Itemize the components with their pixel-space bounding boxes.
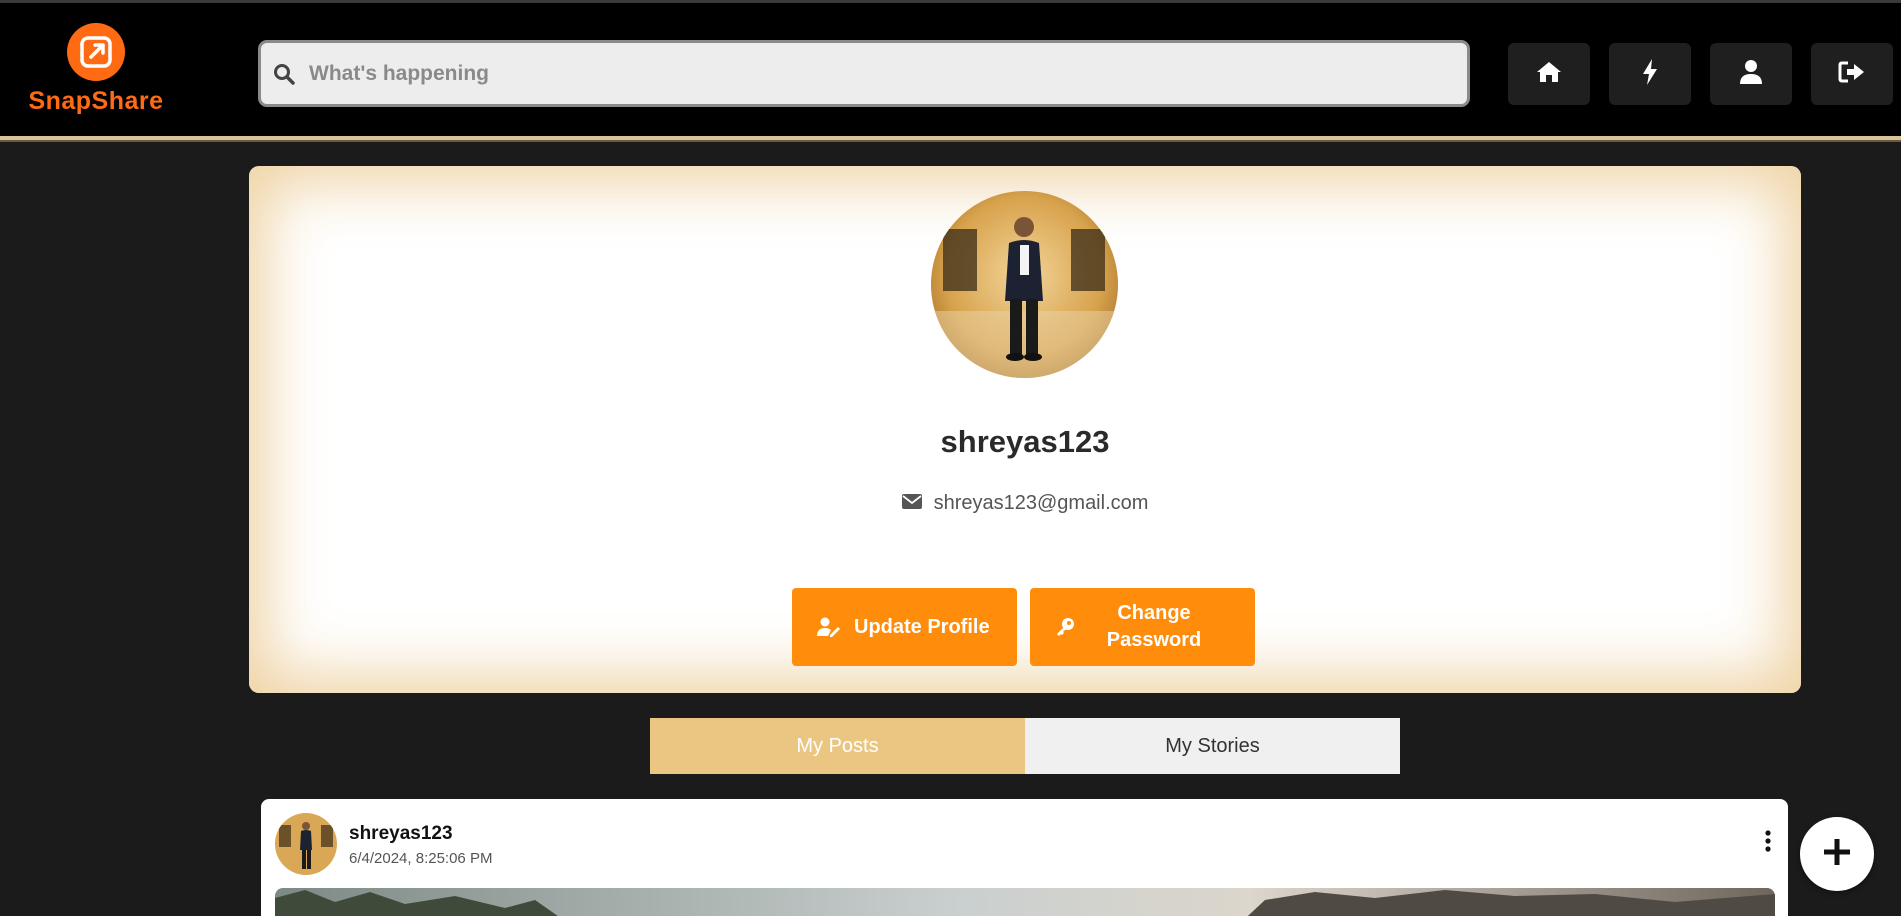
plus-icon bbox=[1822, 837, 1852, 872]
tab-my-posts[interactable]: My Posts bbox=[650, 718, 1025, 774]
nav-activity-button[interactable] bbox=[1609, 43, 1691, 105]
create-post-button[interactable] bbox=[1800, 817, 1874, 891]
change-password-button[interactable]: Change Password bbox=[1030, 588, 1255, 666]
logo-text: SnapShare bbox=[28, 87, 164, 115]
user-icon bbox=[1739, 59, 1763, 90]
share-icon bbox=[67, 23, 125, 81]
top-navbar: SnapShare bbox=[0, 0, 1901, 140]
home-icon bbox=[1536, 60, 1562, 89]
nav-logout-button[interactable] bbox=[1811, 43, 1893, 105]
more-options-icon[interactable] bbox=[1762, 829, 1774, 853]
envelope-icon bbox=[901, 492, 922, 515]
post-timestamp: 6/4/2024, 8:25:06 PM bbox=[349, 850, 493, 867]
profile-card: shreyas123 shreyas123@gmail.com Update P… bbox=[249, 166, 1801, 693]
profile-username: shreyas123 bbox=[940, 424, 1110, 459]
app-logo[interactable]: SnapShare bbox=[18, 23, 174, 117]
update-profile-button[interactable]: Update Profile bbox=[792, 588, 1017, 666]
user-edit-icon bbox=[816, 617, 842, 637]
change-password-label: Change Password bbox=[1106, 602, 1202, 651]
nav-profile-button[interactable] bbox=[1710, 43, 1792, 105]
bolt-icon bbox=[1641, 58, 1659, 91]
nav-home-button[interactable] bbox=[1508, 43, 1590, 105]
search-icon bbox=[271, 61, 297, 87]
post-username[interactable]: shreyas123 bbox=[349, 823, 453, 845]
logout-icon bbox=[1838, 60, 1866, 89]
profile-tabs: My Posts My Stories bbox=[650, 718, 1400, 774]
search-bar[interactable] bbox=[258, 40, 1470, 107]
update-profile-label: Update Profile bbox=[854, 615, 990, 638]
profile-email: shreyas123@gmail.com bbox=[933, 492, 1149, 514]
post-image[interactable] bbox=[275, 888, 1775, 916]
tab-my-stories[interactable]: My Stories bbox=[1025, 718, 1400, 774]
post-card: shreyas123 6/4/2024, 8:25:06 PM bbox=[261, 799, 1788, 916]
search-input[interactable] bbox=[309, 61, 1409, 86]
profile-email-row: shreyas123@gmail.com bbox=[249, 492, 1801, 515]
profile-avatar[interactable] bbox=[931, 191, 1118, 378]
post-author-avatar[interactable] bbox=[275, 813, 337, 875]
